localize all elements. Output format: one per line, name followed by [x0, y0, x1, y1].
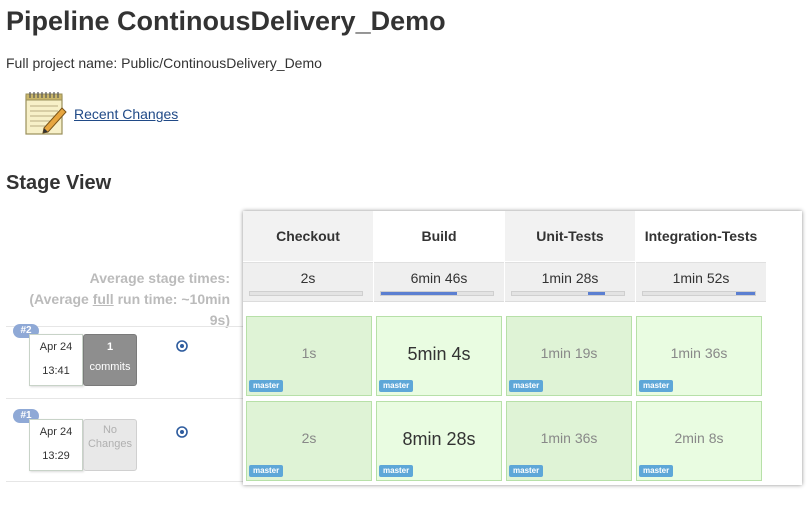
avg-time: 6min 46s — [410, 270, 468, 286]
avg-time: 2s — [300, 270, 316, 286]
avg-bar-fill — [735, 292, 755, 295]
stage-view-table: Checkout Build Unit-Tests Integration-Te… — [243, 211, 802, 485]
changes-box: No Changes — [83, 419, 137, 471]
avg-cell-unit-tests: 1min 28s — [505, 262, 635, 302]
notepad-icon[interactable] — [22, 90, 68, 136]
row-divider — [6, 326, 244, 327]
info-circle-icon[interactable] — [176, 426, 188, 438]
stage-duration: 5min 4s — [407, 344, 471, 364]
avg-duration-bar — [642, 291, 756, 296]
stage-duration: 2s — [301, 430, 317, 446]
changes-label: commits — [89, 361, 131, 373]
avg-line-2: (Average full run time: ~10min — [20, 289, 230, 310]
row-divider — [6, 398, 244, 399]
avg-bar-fill — [588, 292, 605, 295]
stage-duration: 1min 36s — [670, 345, 728, 361]
avg-duration-bar — [511, 291, 625, 296]
run-date-box[interactable]: Apr 24 13:41 — [29, 334, 83, 386]
avg-time: 1min 52s — [672, 270, 730, 286]
stage-cell-run1-build[interactable]: 8min 28s master — [376, 401, 502, 481]
stage-cell-run1-integration-tests[interactable]: 2min 8s master — [636, 401, 762, 481]
stage-cell-run2-checkout[interactable]: 1s master — [246, 316, 372, 396]
full-project-name: Full project name: Public/ContinousDeliv… — [6, 55, 322, 71]
branch-badge: master — [509, 465, 544, 477]
stage-cell-run2-build[interactable]: 5min 4s master — [376, 316, 502, 396]
stage-header-unit-tests[interactable]: Unit-Tests — [505, 211, 635, 261]
full-run-link[interactable]: full — [93, 291, 114, 307]
info-circle-icon[interactable] — [176, 340, 188, 352]
no-changes-line-2: Changes — [87, 438, 133, 450]
run-date: Apr 24 — [39, 426, 73, 438]
page-title: Pipeline ContinousDelivery_Demo — [6, 6, 446, 36]
branch-badge: master — [509, 380, 544, 392]
branch-badge: master — [249, 465, 284, 477]
avg-cell-integration-tests: 1min 52s — [636, 262, 766, 302]
stage-duration: 1min 36s — [540, 430, 598, 446]
avg-line-3: 9s) — [209, 312, 230, 328]
average-stage-times-label: Average stage times: (Average full run t… — [20, 268, 230, 331]
stage-header-build[interactable]: Build — [374, 211, 504, 261]
avg-line-1: Average stage times: — [89, 270, 230, 286]
run-date-box[interactable]: Apr 24 13:29 — [29, 419, 83, 471]
run-date: Apr 24 — [39, 341, 73, 353]
changes-box[interactable]: 1 commits — [83, 334, 137, 386]
branch-badge: master — [379, 465, 414, 477]
no-changes-line-1: No — [102, 424, 118, 436]
changes-count: 1 — [106, 341, 114, 353]
avg-time: 1min 28s — [541, 270, 599, 286]
run-time: 13:29 — [42, 450, 70, 462]
avg-line-2-post: run time: ~10min — [113, 291, 230, 307]
stage-cell-run1-checkout[interactable]: 2s master — [246, 401, 372, 481]
avg-cell-checkout: 2s — [243, 262, 373, 302]
stage-cell-run2-unit-tests[interactable]: 1min 19s master — [506, 316, 632, 396]
stage-header-integration-tests[interactable]: Integration-Tests — [636, 211, 766, 261]
stage-duration: 1s — [301, 345, 317, 361]
avg-cell-build: 6min 46s — [374, 262, 504, 302]
branch-badge: master — [249, 380, 284, 392]
stage-duration: 8min 28s — [402, 429, 476, 449]
stage-duration: 2min 8s — [674, 430, 724, 446]
run-time: 13:41 — [42, 365, 70, 377]
branch-badge: master — [379, 380, 414, 392]
branch-badge: master — [639, 465, 674, 477]
avg-duration-bar — [380, 291, 494, 296]
avg-line-2-pre: (Average — [29, 291, 93, 307]
stage-cell-run2-integration-tests[interactable]: 1min 36s master — [636, 316, 762, 396]
stage-duration: 1min 19s — [540, 345, 598, 361]
row-divider — [6, 481, 244, 482]
stage-cell-run1-unit-tests[interactable]: 1min 36s master — [506, 401, 632, 481]
stage-view-heading: Stage View — [6, 172, 112, 194]
stage-header-checkout[interactable]: Checkout — [243, 211, 373, 261]
branch-badge: master — [639, 380, 674, 392]
avg-duration-bar — [249, 291, 363, 296]
avg-bar-fill — [381, 292, 458, 295]
recent-changes-link[interactable]: Recent Changes — [74, 106, 178, 122]
